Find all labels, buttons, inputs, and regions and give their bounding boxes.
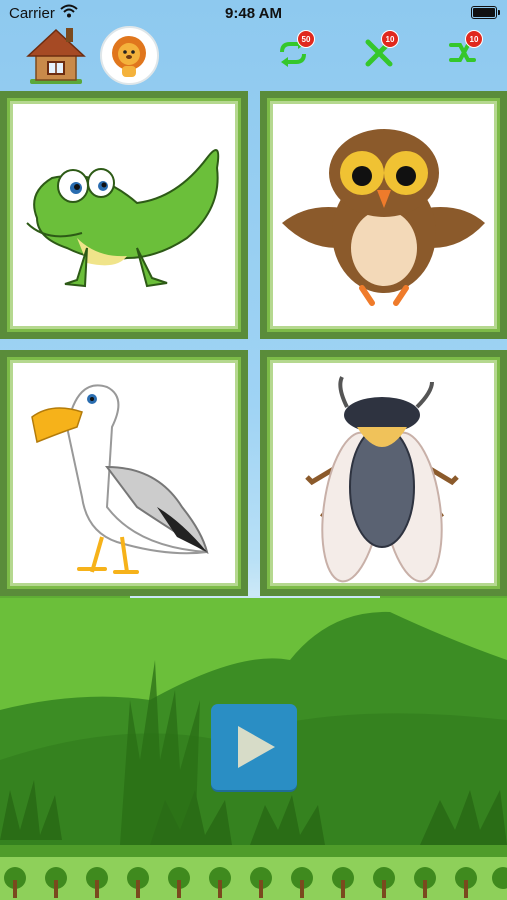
skip-button[interactable]: 10 [448, 30, 483, 68]
cicada-image [305, 376, 459, 583]
house-icon [26, 28, 86, 84]
card-cicada[interactable] [260, 350, 507, 596]
crocodile-image [26, 149, 220, 288]
play-button[interactable] [211, 704, 297, 790]
card-seagull[interactable] [0, 350, 248, 596]
owl-image [282, 129, 485, 306]
seagull-image [31, 384, 209, 574]
mistakes-button[interactable]: 10 [364, 30, 399, 68]
lion-icon [112, 36, 146, 77]
game-screen: { "status_bar": { "carrier": "Carrier", … [0, 0, 507, 900]
replay-count-badge: 50 [297, 30, 315, 48]
card-owl[interactable] [260, 91, 507, 339]
skip-count-badge: 10 [465, 30, 483, 48]
avatar-button[interactable] [100, 26, 159, 85]
home-button[interactable] [26, 24, 86, 86]
play-icon [238, 726, 275, 768]
mistake-count-badge: 10 [381, 30, 399, 48]
replay-button[interactable]: 50 [278, 30, 315, 68]
card-crocodile[interactable] [0, 91, 248, 339]
